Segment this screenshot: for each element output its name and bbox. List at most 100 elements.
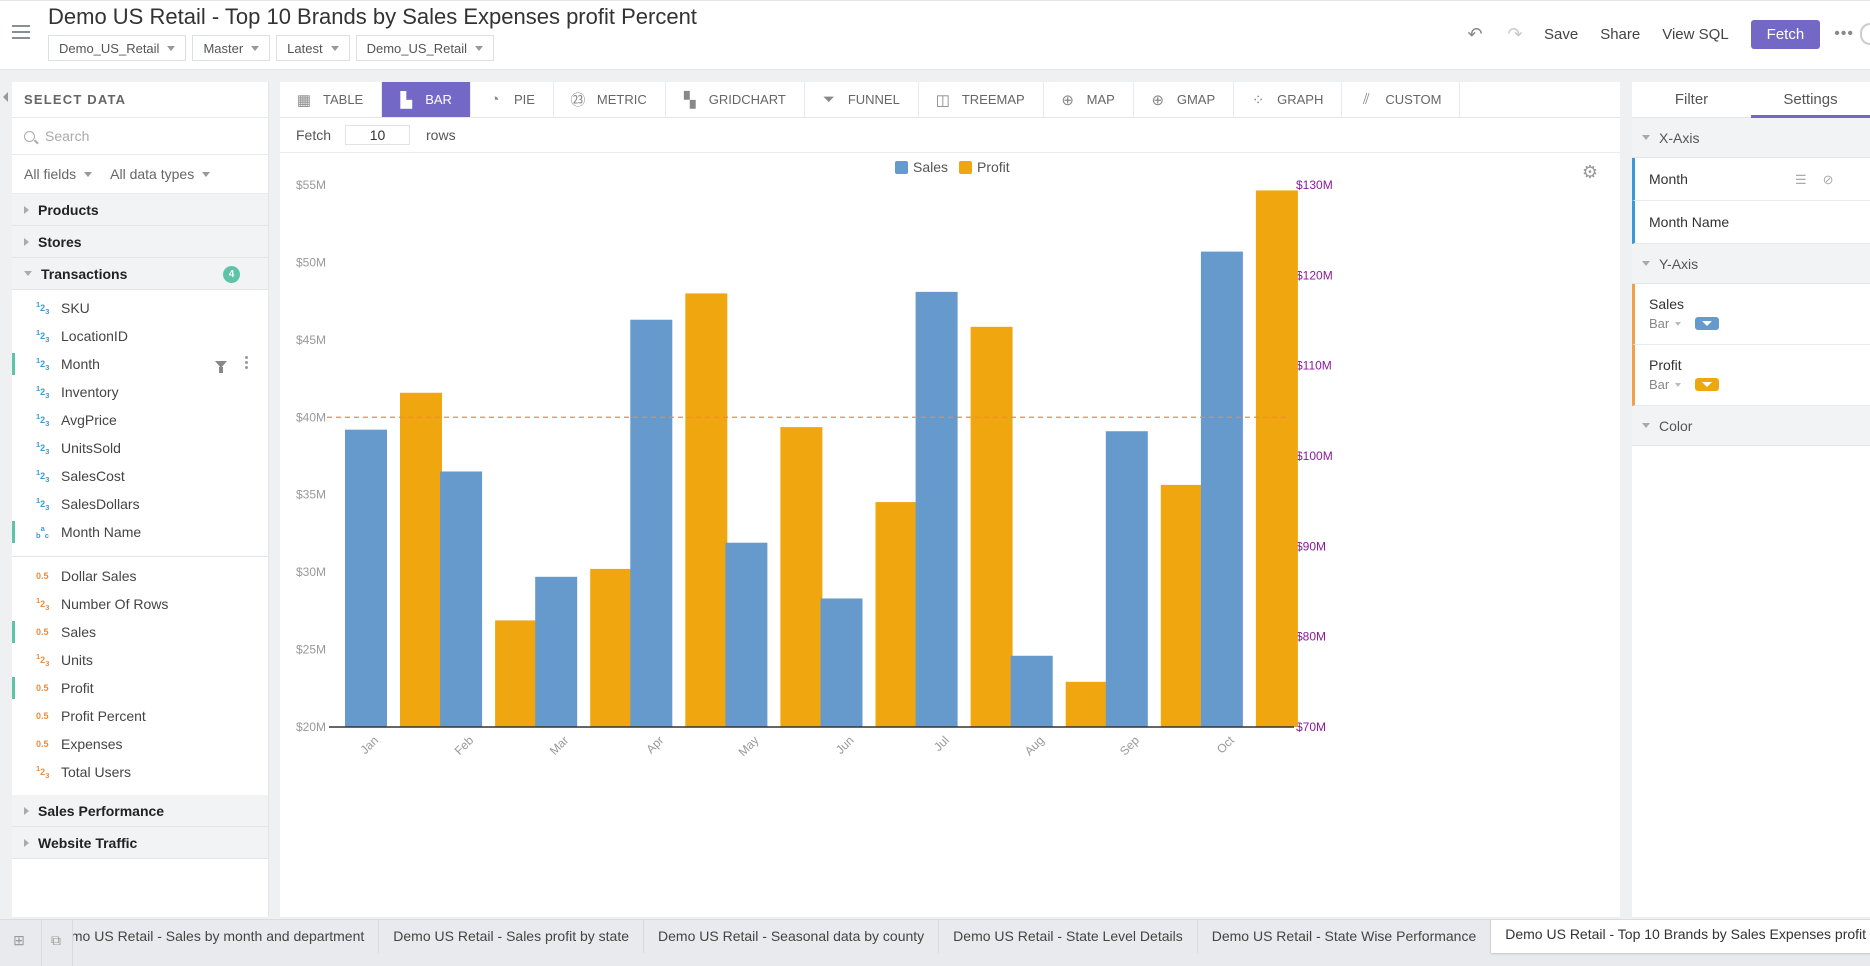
tab-funnel[interactable]: ⏷ FUNNEL (805, 82, 919, 117)
legend-label-profit: Profit (977, 159, 1010, 175)
x-axis-item-month-name[interactable]: Month Name (1632, 201, 1870, 244)
bar-profit (875, 502, 918, 727)
field-item[interactable]: 123 LocationID (12, 322, 268, 350)
breadcrumb-version[interactable]: Latest (276, 35, 350, 61)
all-data-types-dropdown[interactable]: All data types (110, 166, 211, 182)
x-axis-section[interactable]: X-Axis (1632, 118, 1870, 158)
report-tab[interactable]: Demo US Retail - Sales profit by state (379, 920, 645, 953)
tab-map[interactable]: ⊕ MAP (1044, 82, 1134, 117)
field-item[interactable]: 123 SKU (12, 294, 268, 322)
tab-metric[interactable]: ㉓ METRIC (554, 82, 666, 117)
field-item[interactable]: 123 Total Users (12, 758, 268, 786)
report-tab[interactable]: Demo US Retail - Top 10 Brands by Sales … (1491, 920, 1870, 953)
breadcrumb-branch[interactable]: Master (192, 35, 271, 61)
tab-treemap[interactable]: ◫ TREEMAP (919, 82, 1044, 117)
add-report-icon[interactable]: ⧉ (46, 930, 66, 950)
save-button[interactable]: Save (1544, 26, 1578, 43)
tab-pie[interactable]: ◔ PIE (471, 82, 554, 117)
field-item[interactable]: 123 AvgPrice (12, 406, 268, 434)
add-dashboard-icon[interactable]: ⊞ (9, 930, 29, 950)
field-item[interactable]: 0.5 Profit (12, 674, 268, 702)
color-picker-swatch[interactable] (1695, 378, 1720, 391)
hamburger-menu-icon[interactable] (12, 25, 30, 39)
tab-filter[interactable]: Filter (1632, 82, 1751, 117)
color-picker-swatch[interactable] (1695, 317, 1720, 330)
search-input[interactable] (45, 128, 235, 144)
field-item[interactable]: 0.5 Expenses (12, 730, 268, 758)
group-transactions[interactable]: Transactions 4 (12, 258, 268, 290)
hide-eye-slash-icon[interactable]: ⊘ (1823, 172, 1834, 188)
field-item[interactable]: 123 Number Of Rows (12, 590, 268, 618)
tab-graph[interactable]: ⁘ GRAPH (1234, 82, 1343, 117)
bar-profit (1160, 484, 1203, 727)
all-fields-dropdown[interactable]: All fields (24, 166, 93, 182)
field-item[interactable]: 123 Inventory (12, 378, 268, 406)
x-tick-label: Apr (643, 733, 666, 756)
chart-type-dropdown[interactable]: Bar (1649, 377, 1669, 392)
collapse-left-panel-icon[interactable] (3, 92, 8, 102)
caret-down-icon (202, 171, 211, 177)
group-stores[interactable]: Stores (12, 226, 268, 258)
y-right-tick-label: $130M (1296, 178, 1333, 192)
filter-icon[interactable] (215, 361, 227, 373)
field-item[interactable]: 0.5 Sales (12, 618, 268, 646)
report-tab[interactable]: Demo US Retail - State Wise Performance (1198, 920, 1492, 953)
breadcrumb-model[interactable]: Demo_US_Retail (355, 35, 495, 61)
bar-sales (1010, 655, 1053, 727)
fetch-button[interactable]: Fetch (1750, 19, 1821, 49)
y-right-tick-label: $90M (1296, 539, 1326, 553)
field-actions (215, 356, 248, 373)
tab-gmap[interactable]: ⊕ GMAP (1134, 82, 1235, 117)
more-options-icon[interactable]: ••• (1834, 25, 1854, 43)
field-item[interactable]: 123 SalesCost (12, 462, 268, 490)
tab-bar[interactable]: ▙ BAR (382, 82, 471, 117)
y-axis-section[interactable]: Y-Axis (1632, 244, 1870, 284)
breadcrumb-label: Demo_US_Retail (366, 40, 468, 56)
field-item[interactable]: bac Month Name (12, 518, 268, 546)
x-tick-label: Sep (1117, 733, 1142, 758)
tab-settings[interactable]: Settings (1751, 82, 1870, 118)
bar-profit (685, 293, 728, 727)
field-item[interactable]: 123 Units (12, 646, 268, 674)
field-label: Profit (61, 680, 94, 696)
breadcrumb-connection[interactable]: Demo_US_Retail (48, 35, 187, 61)
tab-gridchart[interactable]: ▚ GRIDCHART (666, 82, 805, 117)
decimal-type-icon: 0.5 (36, 711, 49, 721)
view-sql-button[interactable]: View SQL (1662, 26, 1728, 43)
color-section[interactable]: Color (1632, 406, 1870, 446)
chart-type-dropdown[interactable]: Bar (1649, 316, 1669, 331)
tab-custom[interactable]: ⫽ CUSTOM (1342, 82, 1461, 117)
field-item[interactable]: 123 Month (12, 350, 268, 378)
undo-icon[interactable]: ↶ (1464, 23, 1486, 45)
y-axis-item-profit[interactable]: Profit Bar (1632, 345, 1870, 406)
report-tab[interactable]: Demo US Retail - Sales by month and depa… (73, 920, 380, 953)
report-tabs: Demo US Retail - Sales by month and depa… (73, 920, 1870, 966)
panel-heading: SELECT DATA (12, 82, 268, 118)
redo-icon[interactable]: ↷ (1504, 23, 1526, 45)
integer-type-icon: 123 (36, 652, 50, 668)
field-item[interactable]: 0.5 Profit Percent (12, 702, 268, 730)
tab-table[interactable]: ▦ TABLE (280, 82, 383, 117)
group-website-traffic[interactable]: Website Traffic (12, 827, 268, 859)
y-axis-item-sales[interactable]: Sales Bar (1632, 284, 1870, 345)
x-axis-field-label: Month (1649, 171, 1688, 187)
row-limit-input[interactable] (345, 125, 411, 145)
report-tab[interactable]: Demo US Retail - State Level Details (939, 920, 1198, 953)
user-avatar[interactable] (1860, 23, 1870, 45)
metric-icon: ㉓ (570, 92, 586, 109)
kebab-menu-icon[interactable] (245, 356, 248, 369)
group-products[interactable]: Products (12, 194, 268, 226)
y-right-tick-label: $70M (1296, 720, 1326, 734)
bar-icon: ▙ (400, 91, 412, 109)
x-axis-item-month[interactable]: Month ☰ ⊘ (1632, 158, 1870, 201)
field-label: SalesDollars (61, 496, 140, 512)
field-item[interactable]: 0.5 Dollar Sales (12, 562, 268, 590)
field-item[interactable]: 123 UnitsSold (12, 434, 268, 462)
report-tab[interactable]: Demo US Retail - Seasonal data by county (644, 920, 940, 953)
group-sales-performance[interactable]: Sales Performance (12, 795, 268, 827)
sort-icon[interactable]: ☰ (1795, 172, 1807, 188)
search-icon (24, 130, 35, 142)
breadcrumb-label: Latest (287, 40, 323, 56)
share-button[interactable]: Share (1600, 26, 1640, 43)
field-item[interactable]: 123 SalesDollars (12, 490, 268, 518)
